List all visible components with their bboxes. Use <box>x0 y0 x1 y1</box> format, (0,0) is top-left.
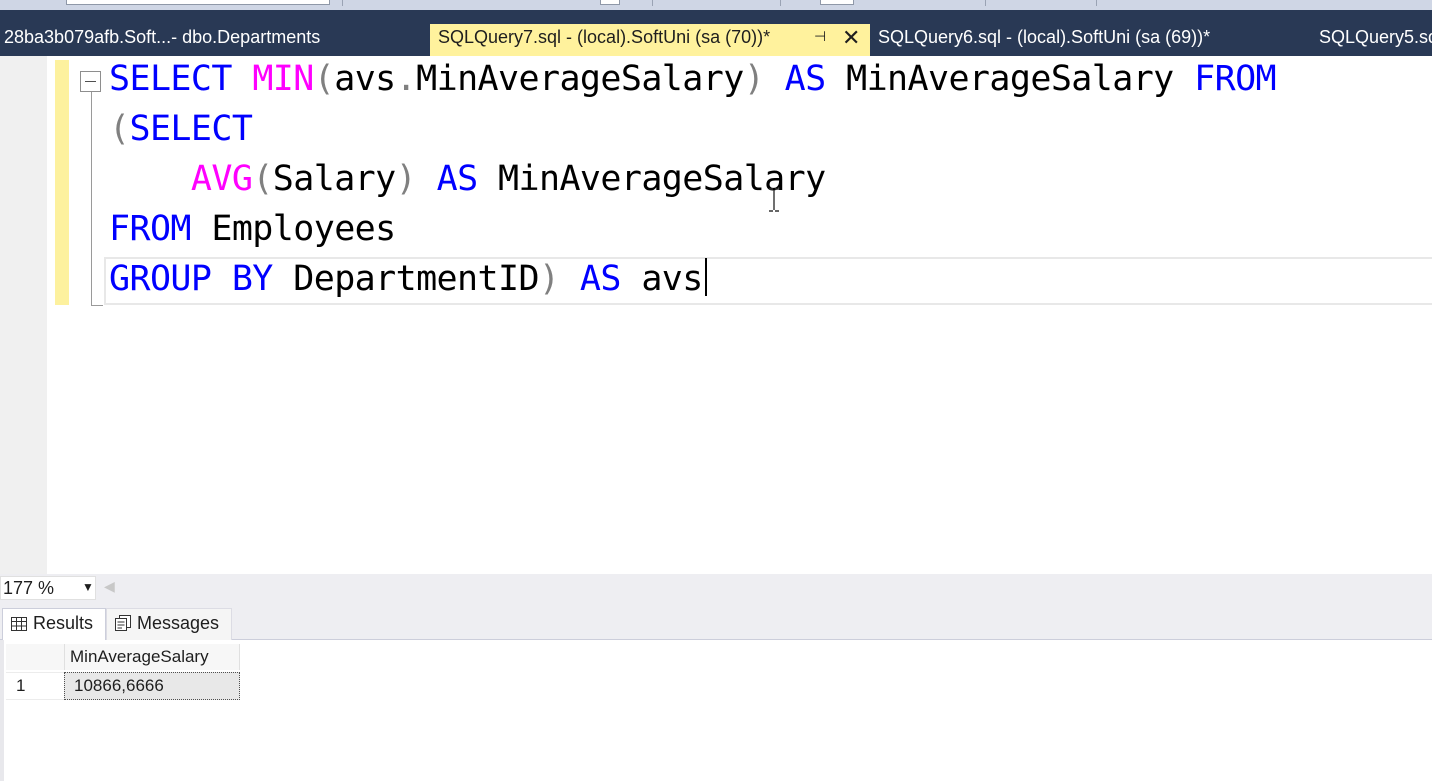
code-token: DepartmentID <box>272 259 539 299</box>
zoom-bar: 177 % ▼ ◀ <box>0 574 1432 602</box>
zoom-value: 177 % <box>3 578 55 598</box>
pin-icon[interactable]: ⊣ <box>814 28 826 45</box>
tab-label: SQLQuery7.sql - (local).SoftUni (sa (70)… <box>438 27 771 47</box>
code-token: FROM <box>109 209 191 249</box>
code-token: avs <box>334 59 396 99</box>
toolbar-dropdown[interactable] <box>66 0 330 5</box>
code-token: ( <box>109 109 130 149</box>
code-token: MinAverageSalary <box>416 59 744 99</box>
code-token: ) <box>395 159 417 199</box>
code-token: MIN <box>252 59 314 99</box>
tab-label: 28ba3b079afb.Soft...- dbo.Departments <box>4 27 321 47</box>
code-token: SELECT <box>109 59 232 99</box>
results-tab-strip: Results Messages <box>0 602 1432 640</box>
messages-icon <box>115 615 131 631</box>
tab-messages[interactable]: Messages <box>106 608 232 640</box>
tab-sqlquery7[interactable]: SQLQuery7.sql - (local).SoftUni (sa (70)… <box>430 24 870 56</box>
toolbar-separator <box>342 0 343 6</box>
code-token: MinAverageSalary <box>825 59 1195 99</box>
code-token: AS <box>784 59 827 99</box>
toolbar-button[interactable] <box>600 0 620 5</box>
code-token: ( <box>252 159 273 199</box>
document-well-header <box>0 10 1432 24</box>
tab-departments[interactable]: 28ba3b079afb.Soft...- dbo.Departments <box>0 24 430 54</box>
text-cursor-icon <box>769 188 779 212</box>
toolbar-separator <box>1096 0 1097 6</box>
toolbar-strip <box>0 0 1432 10</box>
outline-guide-end <box>91 305 103 306</box>
tab-label: SQLQuery5.sq <box>1319 27 1432 47</box>
tab-results-label: Results <box>33 613 94 633</box>
tab-label: SQLQuery6.sql - (local).SoftUni (sa (69)… <box>878 27 1211 47</box>
change-tracking-marker <box>55 60 69 305</box>
code-line-5: GROUP BY DepartmentID) AS avs <box>109 256 707 302</box>
code-token: FROM <box>1194 59 1277 99</box>
grid-column-header[interactable]: MinAverageSalary <box>64 644 240 670</box>
chevron-down-icon[interactable]: ▼ <box>82 580 94 594</box>
code-token: GROUP BY <box>109 259 273 299</box>
outline-guide <box>91 92 92 306</box>
tab-messages-label: Messages <box>137 613 220 633</box>
code-token: ) <box>743 59 765 99</box>
grid-icon <box>11 617 27 631</box>
code-token: AS <box>436 159 479 199</box>
document-tab-row: 28ba3b079afb.Soft...- dbo.Departments SQ… <box>0 24 1432 56</box>
code-token: SELECT <box>129 109 253 149</box>
grid-row-number[interactable]: 1 <box>6 672 64 700</box>
code-token: Salary <box>272 159 396 199</box>
collapse-icon[interactable] <box>80 71 101 92</box>
text-caret <box>704 258 707 296</box>
close-icon[interactable]: ✕ <box>842 25 860 51</box>
code-line-4: FROM Employees <box>109 206 396 252</box>
code-token: Employees <box>190 209 396 249</box>
code-token: ( <box>313 59 335 99</box>
results-grid[interactable]: MinAverageSalary 1 10866,6666 <box>0 640 1432 781</box>
tab-results[interactable]: Results <box>2 608 106 640</box>
code-line-3: AVG(Salary) AS MinAverageSalary <box>109 156 826 202</box>
code-token: AVG <box>190 159 253 199</box>
grid-corner[interactable] <box>6 644 64 670</box>
tab-sqlquery6[interactable]: SQLQuery6.sql - (local).SoftUni (sa (69)… <box>870 24 1310 54</box>
code-line-1: SELECT MIN(avs.MinAverageSalary) AS MinA… <box>109 56 1277 102</box>
code-token: avs <box>620 259 703 299</box>
scroll-left-icon[interactable]: ◀ <box>104 578 115 595</box>
code-token: ) <box>538 259 560 299</box>
code-token: AS <box>579 259 622 299</box>
line-gutter <box>0 56 47 574</box>
code-token: . <box>395 59 417 99</box>
tab-sqlquery5[interactable]: SQLQuery5.sq <box>1310 24 1432 54</box>
toolbar-button[interactable] <box>820 0 854 5</box>
toolbar-separator <box>985 0 986 6</box>
query-editor[interactable]: SELECT MIN(avs.MinAverageSalary) AS MinA… <box>0 56 1432 574</box>
grid-cell[interactable]: 10866,6666 <box>64 672 240 700</box>
code-line-2: (SELECT <box>109 106 253 152</box>
toolbar-separator <box>780 0 781 6</box>
toolbar-separator <box>652 0 653 6</box>
